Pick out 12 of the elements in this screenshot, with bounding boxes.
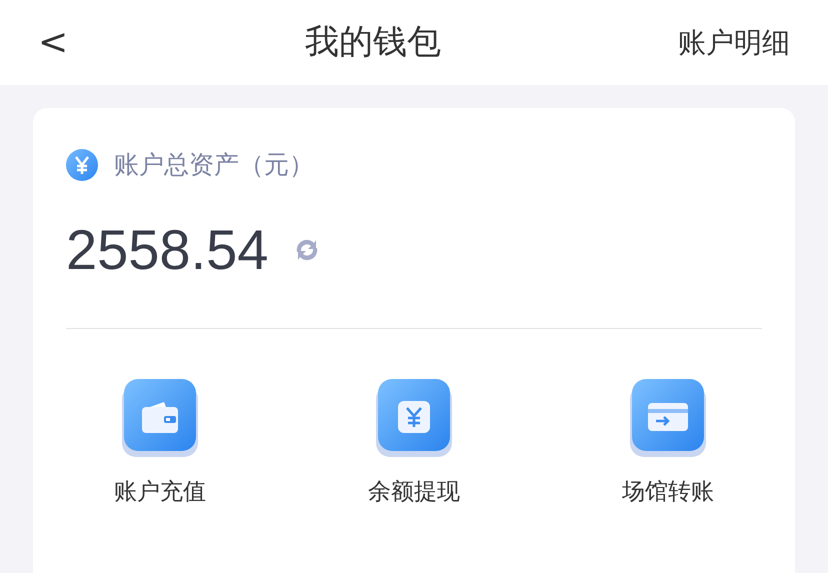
page-title: 我的钱包 <box>305 21 442 64</box>
yen-icon <box>374 378 454 458</box>
card-icon <box>628 378 708 458</box>
action-button[interactable]: 账户充值 <box>33 378 287 509</box>
yen-icon <box>66 148 98 181</box>
back-button[interactable]: < <box>38 24 68 60</box>
wallet-icon <box>120 378 200 458</box>
total-assets-label: 账户总资产（元） <box>114 149 314 181</box>
action-button[interactable]: 场馆转账 <box>541 378 795 509</box>
action-button[interactable]: 余额提现 <box>287 378 541 509</box>
balance-amount: 2558.54 <box>66 222 268 278</box>
account-details-link[interactable]: 账户明细 <box>678 22 790 64</box>
